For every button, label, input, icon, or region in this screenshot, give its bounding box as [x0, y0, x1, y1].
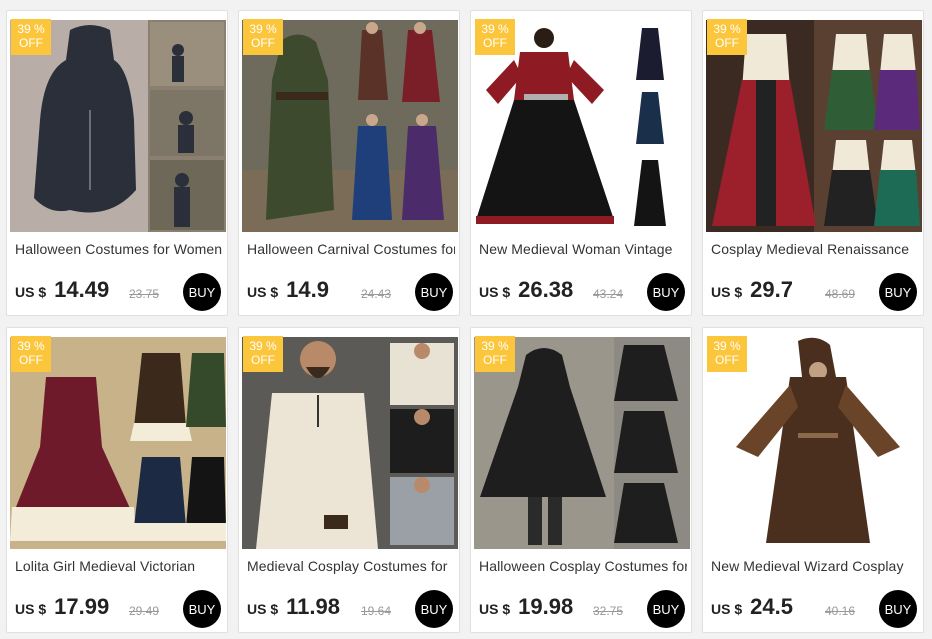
product-title[interactable]: Lolita Girl Medieval Victorian: [15, 558, 223, 574]
discount-badge: 39 % OFF: [475, 19, 515, 55]
original-price: 32.75: [593, 604, 624, 618]
currency: US $: [247, 601, 279, 617]
price-value: 24.5: [750, 594, 793, 619]
price: US $ 19.98: [479, 594, 573, 620]
product-card[interactable]: 39 % OFF Cosplay Medieval Renaissance US …: [702, 10, 924, 316]
price: US $ 14.49: [15, 277, 109, 303]
discount-badge: 39 % OFF: [475, 336, 515, 372]
product-title[interactable]: New Medieval Wizard Cosplay: [711, 558, 919, 574]
product-card[interactable]: 39 % OFF Halloween Carnival Costumes for …: [238, 10, 460, 316]
currency: US $: [479, 284, 511, 300]
currency: US $: [479, 601, 511, 617]
discount-badge: 39 % OFF: [243, 19, 283, 55]
price-value: 26.38: [518, 277, 574, 302]
price-value: 14.9: [286, 277, 329, 302]
buy-button[interactable]: BUY: [183, 590, 221, 628]
price: US $ 26.38: [479, 277, 573, 303]
buy-button[interactable]: BUY: [183, 273, 221, 311]
buy-button[interactable]: BUY: [647, 273, 685, 311]
discount-badge: 39 % OFF: [707, 19, 747, 55]
currency: US $: [15, 601, 47, 617]
buy-button[interactable]: BUY: [647, 590, 685, 628]
currency: US $: [711, 284, 743, 300]
product-card[interactable]: 39 % OFF Medieval Cosplay Costumes for US…: [238, 327, 460, 633]
product-title[interactable]: Halloween Carnival Costumes for: [247, 241, 455, 257]
original-price: 48.69: [825, 287, 856, 301]
discount-badge: 39 % OFF: [707, 336, 747, 372]
currency: US $: [15, 284, 47, 300]
original-price: 23.75: [129, 287, 160, 301]
original-price: 43.24: [593, 287, 624, 301]
buy-button[interactable]: BUY: [415, 273, 453, 311]
currency: US $: [247, 284, 279, 300]
product-title[interactable]: Medieval Cosplay Costumes for: [247, 558, 455, 574]
price-value: 14.49: [54, 277, 110, 302]
price: US $ 17.99: [15, 594, 109, 620]
product-title[interactable]: New Medieval Woman Vintage: [479, 241, 687, 257]
product-title[interactable]: Halloween Cosplay Costumes for: [479, 558, 687, 574]
buy-button[interactable]: BUY: [415, 590, 453, 628]
product-title[interactable]: Cosplay Medieval Renaissance: [711, 241, 919, 257]
product-card[interactable]: 39 % OFF Halloween Costumes for Women US …: [6, 10, 228, 316]
discount-badge: 39 % OFF: [11, 19, 51, 55]
product-card[interactable]: 39 % OFF Lolita Girl Medieval Victorian U…: [6, 327, 228, 633]
product-title[interactable]: Halloween Costumes for Women: [15, 241, 223, 257]
price-value: 17.99: [54, 594, 110, 619]
price-value: 11.98: [286, 594, 340, 619]
original-price: 19.64: [361, 604, 392, 618]
original-price: 29.49: [129, 604, 160, 618]
original-price: 40.16: [825, 604, 856, 618]
price: US $ 11.98: [247, 594, 340, 620]
price-value: 19.98: [518, 594, 574, 619]
currency: US $: [711, 601, 743, 617]
discount-badge: 39 % OFF: [243, 336, 283, 372]
buy-button[interactable]: BUY: [879, 590, 917, 628]
original-price: 24.43: [361, 287, 392, 301]
price: US $ 14.9: [247, 277, 329, 303]
price-value: 29.7: [750, 277, 793, 302]
product-card[interactable]: 39 % OFF New Medieval Wizard Cosplay US $…: [702, 327, 924, 633]
product-grid: 39 % OFF Halloween Costumes for Women US …: [6, 10, 924, 633]
discount-badge: 39 % OFF: [11, 336, 51, 372]
product-card[interactable]: 39 % OFF New Medieval Woman Vintage US $ 2…: [470, 10, 692, 316]
buy-button[interactable]: BUY: [879, 273, 917, 311]
price: US $ 24.5: [711, 594, 793, 620]
price: US $ 29.7: [711, 277, 793, 303]
product-card[interactable]: 39 % OFF Halloween Cosplay Costumes for U…: [470, 327, 692, 633]
